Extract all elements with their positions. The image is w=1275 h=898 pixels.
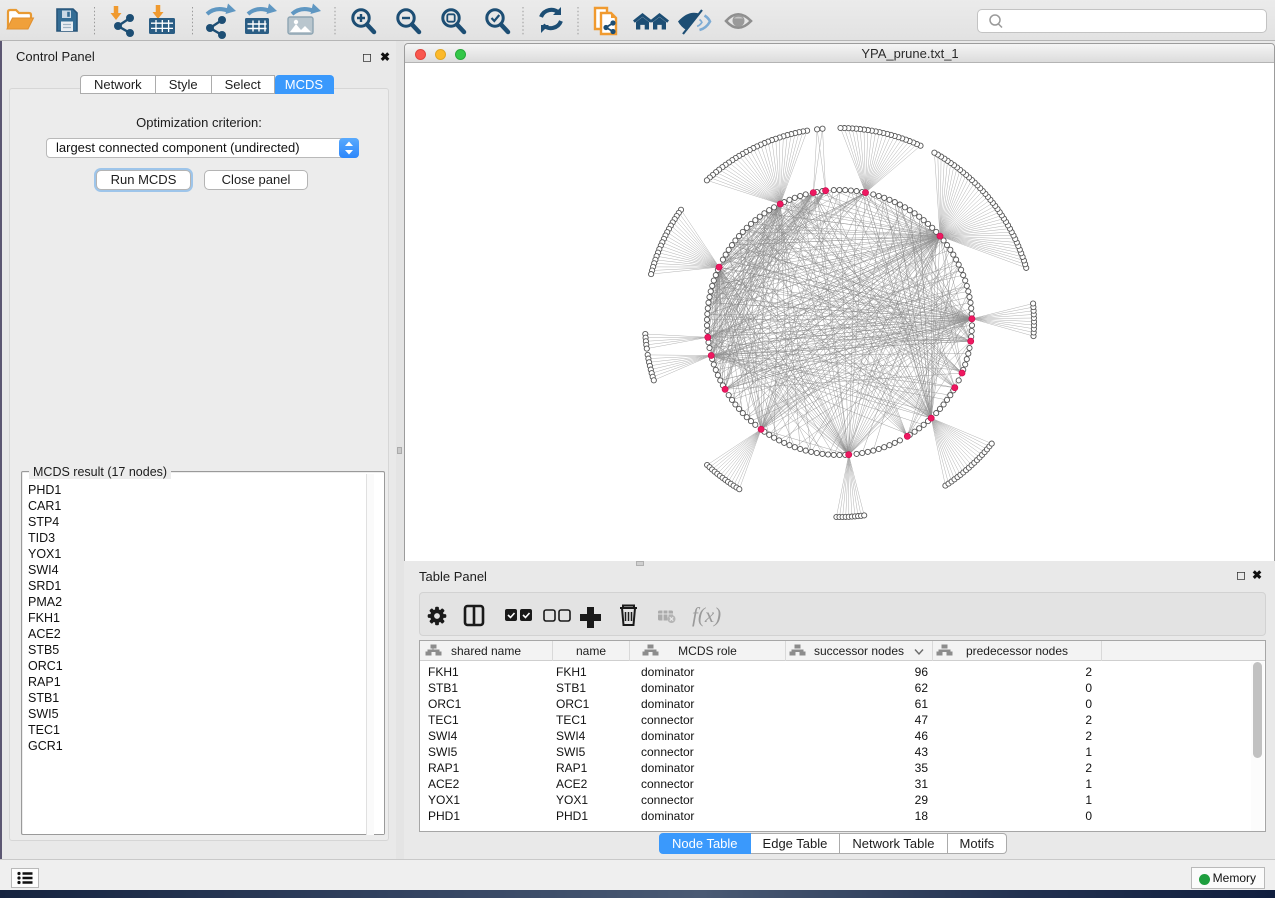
svg-text:f(x): f(x) [692,603,721,627]
